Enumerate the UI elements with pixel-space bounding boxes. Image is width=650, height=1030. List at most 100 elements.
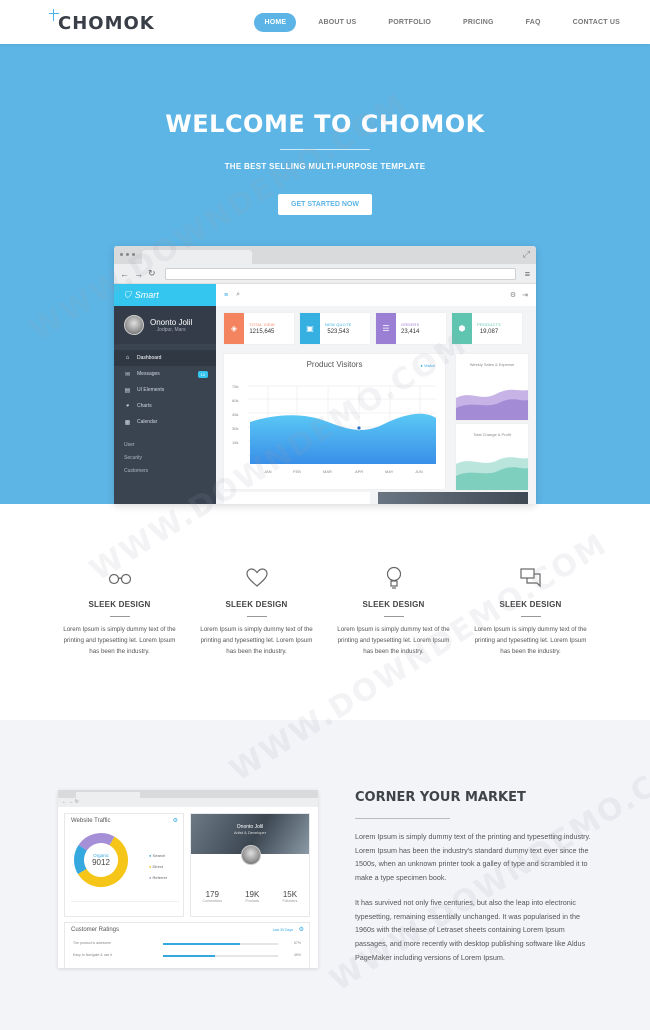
x-tick: APR	[355, 469, 363, 474]
weekly-sales-wave	[456, 389, 528, 420]
customer-ratings-card: Customer Ratings Last 30 Days ⚙ The prod…	[64, 922, 310, 968]
pie-icon: ◕	[125, 403, 130, 409]
traffic-legend: ● Search ● Direct ● Referrer	[149, 853, 168, 880]
menu-toggle-icon: ≡	[224, 291, 229, 299]
visitors-area-chart: 75k 60k 45k 30k 15k JAN FEB MAR APR MAY …	[232, 384, 436, 474]
nav-faq[interactable]: FAQ	[516, 13, 551, 32]
side-cards: Weekly Sales & Expense Total Change & Pr…	[456, 354, 528, 494]
forward-icon: →	[134, 268, 143, 279]
sidebar-sub-user: User	[124, 441, 135, 448]
browser-toolbar: ← → ↻ ≡	[114, 264, 536, 284]
messages-badge: 12	[197, 370, 208, 378]
logo[interactable]: CHOMOK	[49, 8, 155, 34]
window-dots	[120, 253, 135, 256]
nav-about-us[interactable]: ABOUT US	[308, 13, 366, 32]
hero-title: WELCOME TO CHOMOK	[165, 110, 485, 138]
glasses-icon	[61, 566, 179, 590]
nav-pricing[interactable]: PRICING	[453, 13, 504, 32]
hero-divider	[280, 149, 370, 150]
sidebar-item-messages: ✉ Messages 12	[114, 366, 216, 382]
feature-card: SLEEK DESIGN Lorem Ipsum is simply dummy…	[335, 566, 453, 657]
tag-icon: ◈	[224, 313, 244, 344]
stat-products: ⬢ PRODUCTS 19,087	[452, 313, 522, 344]
settings-icon: ⚙	[298, 927, 304, 933]
sidebar-user: Ononto Jolil Jodpur, Mars	[114, 306, 216, 344]
feature-divider	[383, 616, 404, 617]
visitor-legend: ● Visitor	[420, 363, 435, 368]
document-icon: ▣	[300, 313, 320, 344]
avatar	[241, 845, 261, 865]
stat-orders: ☰ ORDERS 23,414	[376, 313, 446, 344]
heart-icon	[198, 566, 316, 590]
corner-text-block: CORNER YOUR MARKET Lorem Ipsum is simply…	[355, 790, 595, 975]
feature-divider	[109, 616, 130, 617]
nav-contact-us[interactable]: CONTACT US	[563, 13, 630, 32]
nav-home[interactable]: HOME	[254, 12, 297, 32]
profile-stats: 179 Connections 19K Products 15K Followers	[202, 890, 298, 903]
sidebar-sub-customers: Customers	[124, 467, 149, 474]
feature-title: SLEEK DESIGN	[362, 600, 425, 609]
mini-toolbar: ← → ↻	[58, 798, 318, 807]
dashboard-sidebar: ⛉ Smart Ononto Jolil Jodpur, Mars ⌂ Dashbo…	[114, 284, 216, 504]
feature-card: SLEEK DESIGN Lorem Ipsum is simply dummy…	[472, 566, 590, 657]
bottom-card-left	[224, 492, 370, 504]
feature-text: Lorem Ipsum is simply dummy text of the …	[474, 626, 587, 655]
lightbulb-icon	[335, 566, 453, 590]
browser-menu-icon: ≡	[524, 268, 530, 279]
x-tick: JAN	[264, 469, 272, 474]
traffic-title: Website Traffic	[71, 818, 111, 824]
total-change-card: Total Change & Profit	[456, 424, 528, 490]
bottom-card-right	[378, 492, 528, 504]
weekly-sales-card: Weekly Sales & Expense	[456, 354, 528, 420]
product-visitors-card: Product Visitors ● Visitor 75k 60k 45k 3…	[224, 354, 445, 489]
feature-divider	[246, 616, 267, 617]
stat-total-view: ◈ TOTAL VIEW 1215,645	[224, 313, 294, 344]
sidebar-sub-security: Security	[124, 454, 143, 461]
dashboard-preview: ⤢ ← → ↻ ≡ ⛉ Smart Ononto Jolil Jodpur, Ma…	[114, 246, 536, 504]
x-tick: MAR	[323, 469, 332, 474]
y-tick: 15k	[232, 440, 238, 445]
feature-title: SLEEK DESIGN	[225, 600, 288, 609]
features-row: SLEEK DESIGN Lorem Ipsum is simply dummy…	[0, 566, 650, 657]
feature-text: Lorem Ipsum is simply dummy text of the …	[337, 626, 450, 655]
browser-tab	[142, 250, 252, 264]
nav-portfolio[interactable]: PORTFOLIO	[378, 13, 441, 32]
rating-row: Easy to Navigate & use it 45%	[73, 953, 301, 957]
settings-icon: ⚙	[509, 292, 517, 299]
brand-icon: ⛉	[124, 289, 131, 300]
expand-icon: ⤢	[522, 249, 530, 259]
corner-market-section: ← → ↻ Website Traffic ⚙ Organic 9012 ● S…	[0, 720, 650, 1030]
get-started-button[interactable]: GET STARTED NOW	[278, 194, 372, 215]
reload-icon: ↻	[148, 268, 156, 278]
feature-card: SLEEK DESIGN Lorem Ipsum is simply dummy…	[198, 566, 316, 657]
home-icon: ⌂	[125, 355, 130, 361]
corner-divider	[355, 818, 450, 819]
dashboard-topbar: ≡ ⌕ ⚙ ⇥	[216, 284, 536, 306]
hero-subtitle: THE BEST SELLING MULTI-PURPOSE TEMPLATE	[224, 162, 426, 171]
stat-new-quote: ▣ NEW QUOTE 523,543	[300, 313, 370, 344]
user-location: Jodpur, Mars	[156, 326, 186, 333]
back-icon: ←	[120, 268, 129, 279]
x-tick: FEB	[293, 469, 301, 474]
traffic-donut-chart: Organic 9012	[74, 833, 128, 887]
box-icon: ⬢	[452, 313, 472, 344]
chat-icon	[472, 566, 590, 590]
logout-icon: ⇥	[522, 292, 528, 299]
ratings-link[interactable]: Last 30 Days	[273, 928, 293, 932]
settings-icon: ⚙	[172, 818, 178, 824]
avatar	[124, 315, 144, 335]
layers-icon: ▤	[124, 387, 131, 394]
profile-card: Ononto Jolil Artist & Developer 179 Conne…	[190, 813, 310, 917]
feature-divider	[520, 616, 541, 617]
stat-cards: ◈ TOTAL VIEW 1215,645 ▣ NEW QUOTE 523,543 …	[216, 306, 536, 344]
x-tick: JUN	[415, 469, 423, 474]
top-navbar: CHOMOK HOME ABOUT US PORTFOLIO PRICING F…	[0, 0, 650, 44]
sidebar-item-ui-elements: ▤ UI Elements	[124, 387, 165, 394]
main-menu: HOME ABOUT US PORTFOLIO PRICING FAQ CONT…	[254, 12, 630, 32]
sidebar-item-charts: ◕ Charts	[125, 403, 152, 409]
corner-title: CORNER YOUR MARKET	[355, 790, 526, 805]
calendar-icon: ▦	[124, 419, 131, 426]
y-tick: 30k	[232, 426, 238, 431]
y-tick: 45k	[232, 412, 238, 417]
rating-row: The product is awesome 67%	[73, 941, 301, 945]
